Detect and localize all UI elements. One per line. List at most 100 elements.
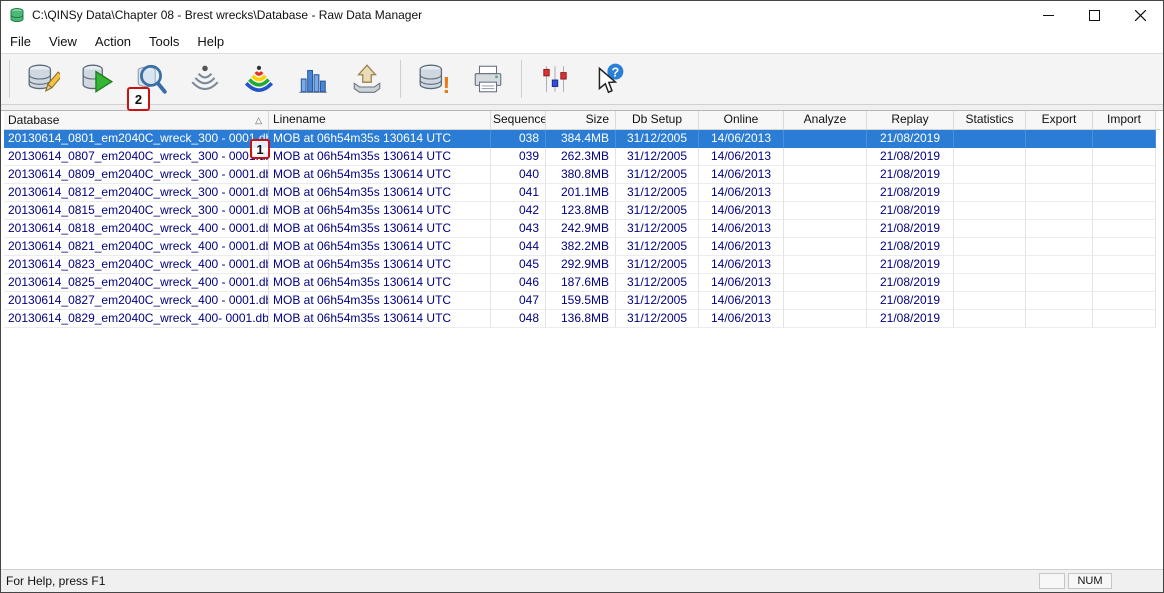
cell-replay: 21/08/2019 [867,238,954,256]
view-options-icon [538,62,572,96]
column-label: Linename [273,112,326,126]
cell-statistics [954,202,1026,220]
table-row[interactable]: 20130614_0821_em2040C_wreck_400 - 0001.d… [4,238,1160,256]
cell-import [1093,238,1156,256]
column-header-replay[interactable]: Replay [867,111,954,129]
column-header-sequence[interactable]: Sequence [491,111,546,129]
cell-size: 380.8MB [546,166,616,184]
table-row[interactable]: 20130614_0823_em2040C_wreck_400 - 0001.d… [4,256,1160,274]
cell-analyze [784,256,867,274]
cell-analyze [784,148,867,166]
table-row[interactable]: 20130614_0827_em2040C_wreck_400 - 0001.d… [4,292,1160,310]
toolbar-separator [521,60,522,98]
multibeam-coverage-button[interactable] [237,58,281,100]
column-header-size[interactable]: Size [546,111,616,129]
table-row[interactable]: 20130614_0829_em2040C_wreck_400- 0001.db… [4,310,1160,328]
view-options-button[interactable] [533,58,577,100]
cell-export [1026,292,1093,310]
cell-linename: MOB at 06h54m35s 130614 UTC [269,184,491,202]
column-header-export[interactable]: Export [1026,111,1093,129]
column-header-database[interactable]: Database△ [4,111,269,129]
maximize-icon [1089,10,1100,21]
statistics-button[interactable] [291,58,335,100]
cell-statistics [954,292,1026,310]
database-properties-icon: ! [417,62,451,96]
app-icon [9,7,25,23]
cell-analyze [784,166,867,184]
cell-size: 384.4MB [546,130,616,148]
cell-import [1093,148,1156,166]
cell-online: 14/06/2013 [699,238,784,256]
menu-view[interactable]: View [40,31,86,52]
menu-action[interactable]: Action [86,31,140,52]
edit-database-button[interactable] [21,58,65,100]
cell-replay: 21/08/2019 [867,292,954,310]
cell-online: 14/06/2013 [699,220,784,238]
svg-text:?: ? [611,64,619,79]
context-help-icon: ? [592,62,626,96]
cell-analyze [784,184,867,202]
cell-statistics [954,220,1026,238]
cell-analyze [784,220,867,238]
cell-analyze [784,238,867,256]
export-data-button[interactable] [345,58,389,100]
print-button[interactable] [466,58,510,100]
minimize-button[interactable] [1025,1,1071,29]
context-help-button[interactable]: ? [587,58,631,100]
column-header-online[interactable]: Online [699,111,784,129]
cell-sequence: 038 [491,130,546,148]
toolbar: ! ? [1,53,1163,105]
table-body: 20130614_0801_em2040C_wreck_300 - 0001.d… [4,130,1160,328]
cell-size: 292.9MB [546,256,616,274]
table-row[interactable]: 20130614_0818_em2040C_wreck_400 - 0001.d… [4,220,1160,238]
column-header-import[interactable]: Import [1093,111,1156,129]
cell-size: 201.1MB [546,184,616,202]
cell-linename: MOB at 06h54m35s 130614 UTC [269,274,491,292]
column-header-db-setup[interactable]: Db Setup [616,111,699,129]
replay-database-button[interactable] [75,58,119,100]
cell-sequence: 043 [491,220,546,238]
table-row[interactable]: 20130614_0815_em2040C_wreck_300 - 0001.d… [4,202,1160,220]
cell-linename: MOB at 06h54m35s 130614 UTC [269,238,491,256]
table-row[interactable]: 20130614_0812_em2040C_wreck_300 - 0001.d… [4,184,1160,202]
cell-import [1093,220,1156,238]
cell-analyze [784,292,867,310]
cell-sequence: 042 [491,202,546,220]
status-help-text: For Help, press F1 [1,574,1039,588]
cell-linename: MOB at 06h54m35s 130614 UTC [269,292,491,310]
menu-help[interactable]: Help [188,31,233,52]
table-row[interactable]: 20130614_0809_em2040C_wreck_300 - 0001.d… [4,166,1160,184]
table-header: Database△ Linename SequenceSizeDb Setup Onl… [4,111,1160,130]
column-header-analyze[interactable]: Analyze [784,111,867,129]
cell-statistics [954,130,1026,148]
cell-online: 14/06/2013 [699,130,784,148]
cell-database: 20130614_0821_em2040C_wreck_400 - 0001.d… [4,238,269,256]
echo-sounder-button[interactable] [183,58,227,100]
column-header-linename[interactable]: Linename [269,111,491,129]
menu-tools[interactable]: Tools [140,31,188,52]
cell-size: 136.8MB [546,310,616,328]
cell-export [1026,256,1093,274]
table-row[interactable]: 20130614_0807_em2040C_wreck_300 - 0001.d… [4,148,1160,166]
table-row[interactable]: 20130614_0801_em2040C_wreck_300 - 0001.d… [4,130,1160,148]
cell-size: 187.6MB [546,274,616,292]
maximize-button[interactable] [1071,1,1117,29]
close-button[interactable] [1117,1,1163,29]
cell-import [1093,256,1156,274]
cell-online: 14/06/2013 [699,274,784,292]
cell-size: 382.2MB [546,238,616,256]
table-row[interactable]: 20130614_0825_em2040C_wreck_400 - 0001.d… [4,274,1160,292]
cell-linename: MOB at 06h54m35s 130614 UTC [269,256,491,274]
cell-statistics [954,310,1026,328]
cell-db-setup: 31/12/2005 [616,310,699,328]
column-label: Online [724,112,759,126]
cell-db-setup: 31/12/2005 [616,130,699,148]
column-label: Statistics [965,112,1013,126]
cell-db-setup: 31/12/2005 [616,148,699,166]
menu-file[interactable]: File [1,31,40,52]
cell-sequence: 048 [491,310,546,328]
column-header-statistics[interactable]: Statistics [954,111,1026,129]
database-properties-button[interactable]: ! [412,58,456,100]
export-data-icon [350,62,384,96]
column-label: Replay [891,112,928,126]
